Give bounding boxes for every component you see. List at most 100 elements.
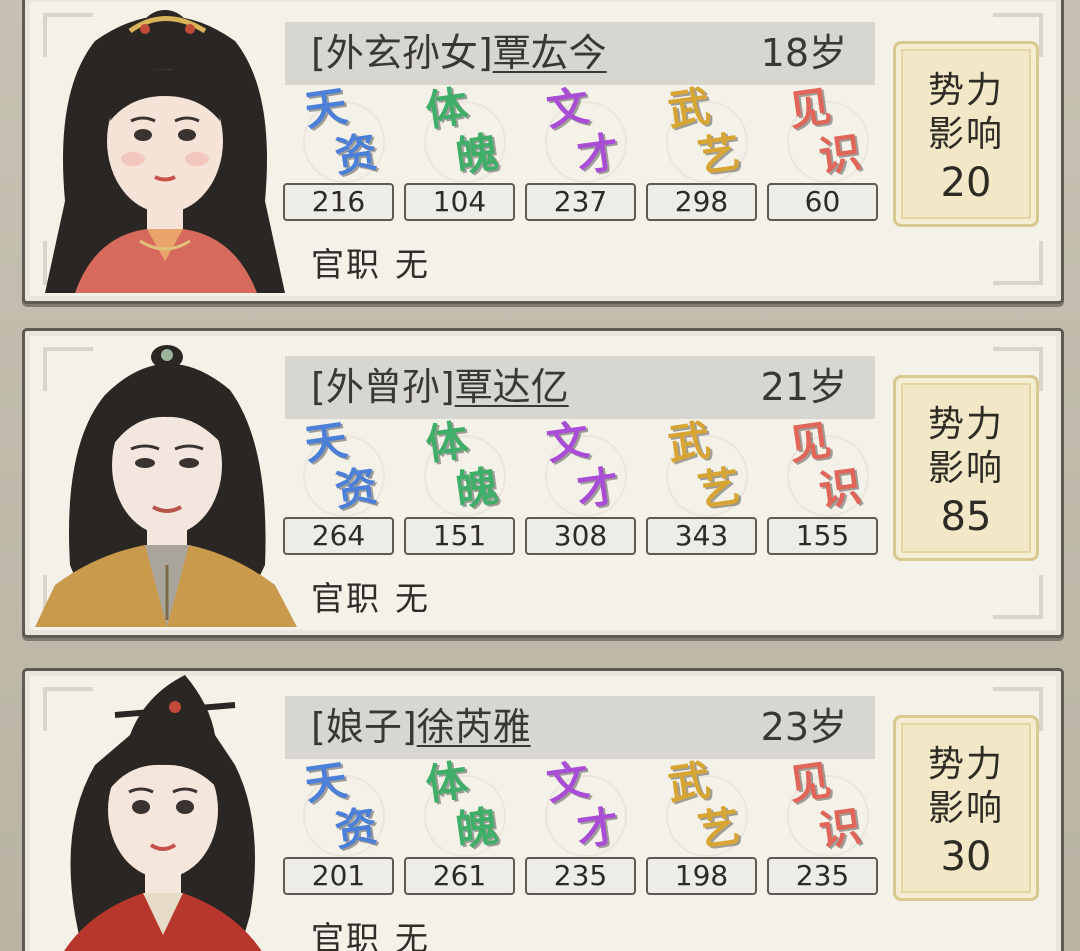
stat-glyph-top: 见 <box>785 81 835 136</box>
name-bar: [娘子]徐芮雅 23岁 <box>285 696 875 759</box>
stat-glyph-bottom: 艺 <box>694 461 744 516</box>
influence-label-2: 影响 <box>927 448 1004 489</box>
stat-value: 298 <box>646 183 757 221</box>
character-card[interactable]: [外曾孙]覃达亿 21岁 天 资 264 体 魄 151 文 才 308 武 艺… <box>22 328 1064 638</box>
influence-label-2: 影响 <box>927 114 1004 155</box>
stat-glyph-top: 天 <box>301 415 351 470</box>
office-row: 官职无 <box>311 919 428 951</box>
stat-glyph-top: 体 <box>422 755 472 810</box>
character-name-link[interactable]: 覃达亿 <box>455 365 569 409</box>
stat-martial: 武 艺 298 <box>646 81 757 225</box>
stat-glyph-bottom: 才 <box>573 127 623 182</box>
stat-value: 235 <box>525 857 636 895</box>
stat-value: 343 <box>646 517 757 555</box>
relation-label: [外曾孙] <box>311 365 455 409</box>
stat-glyph-top: 见 <box>785 755 835 810</box>
stat-talent: 天 资 264 <box>283 415 394 559</box>
office-label: 官职 <box>311 579 381 618</box>
stat-martial: 武 艺 343 <box>646 415 757 559</box>
stat-value: 155 <box>767 517 878 555</box>
stat-glyph-bottom: 资 <box>331 801 381 856</box>
influence-label-2: 影响 <box>927 788 1004 829</box>
stat-glyph-top: 文 <box>543 415 593 470</box>
influence-box: 势力 影响 20 <box>893 41 1039 227</box>
stat-value: 216 <box>283 183 394 221</box>
stat-literary: 文 才 308 <box>525 415 636 559</box>
stat-talent: 天 资 216 <box>283 81 394 225</box>
stat-glyph-top: 天 <box>301 755 351 810</box>
stat-glyph-bottom: 魄 <box>452 801 502 856</box>
stat-value: 60 <box>767 183 878 221</box>
corner-ornament <box>993 575 1043 619</box>
stat-insight: 见 识 155 <box>767 415 878 559</box>
character-portrait[interactable] <box>35 675 297 951</box>
stat-glyph-bottom: 识 <box>815 461 865 516</box>
stat-value: 104 <box>404 183 515 221</box>
relation-label: [外玄孙女] <box>311 31 493 75</box>
stat-glyph-bottom: 识 <box>815 801 865 856</box>
stat-value: 235 <box>767 857 878 895</box>
stat-glyph-bottom: 艺 <box>694 127 744 182</box>
character-portrait[interactable] <box>35 335 297 627</box>
stat-physique: 体 魄 261 <box>404 755 515 899</box>
character-name-link[interactable]: 覃厷今 <box>493 31 607 75</box>
influence-value: 85 <box>940 494 992 540</box>
name-bar: [外曾孙]覃达亿 21岁 <box>285 356 875 419</box>
office-label: 官职 <box>311 245 381 284</box>
office-label: 官职 <box>311 919 381 951</box>
influence-value: 30 <box>940 834 992 880</box>
stat-value: 201 <box>283 857 394 895</box>
stat-glyph-top: 天 <box>301 81 351 136</box>
stat-glyph-top: 武 <box>664 415 714 470</box>
character-list: [外玄孙女]覃厷今 18岁 天 资 216 体 魄 104 文 才 237 武 … <box>0 0 1080 951</box>
name-bar: [外玄孙女]覃厷今 18岁 <box>285 22 875 85</box>
stat-value: 151 <box>404 517 515 555</box>
stat-literary: 文 才 235 <box>525 755 636 899</box>
stat-value: 198 <box>646 857 757 895</box>
character-portrait[interactable] <box>35 1 297 293</box>
stat-glyph-top: 文 <box>543 755 593 810</box>
stat-value: 264 <box>283 517 394 555</box>
relation-label: [娘子] <box>311 705 417 749</box>
stat-value: 237 <box>525 183 636 221</box>
age-label: 18岁 <box>760 31 847 75</box>
stat-glyph-bottom: 才 <box>573 461 623 516</box>
stat-glyph-bottom: 资 <box>331 127 381 182</box>
stat-martial: 武 艺 198 <box>646 755 757 899</box>
office-value: 无 <box>395 579 428 618</box>
age-label: 21岁 <box>760 365 847 409</box>
stat-glyph-bottom: 魄 <box>452 461 502 516</box>
influence-label-1: 势力 <box>927 70 1004 111</box>
stat-glyph-bottom: 艺 <box>694 801 744 856</box>
stat-value: 261 <box>404 857 515 895</box>
stat-glyph-top: 见 <box>785 415 835 470</box>
influence-value: 20 <box>940 160 992 206</box>
character-card[interactable]: [外玄孙女]覃厷今 18岁 天 资 216 体 魄 104 文 才 237 武 … <box>22 0 1064 304</box>
stat-literary: 文 才 237 <box>525 81 636 225</box>
office-row: 官职无 <box>311 579 428 619</box>
stat-value: 308 <box>525 517 636 555</box>
stat-glyph-bottom: 才 <box>573 801 623 856</box>
influence-label-1: 势力 <box>927 404 1004 445</box>
stat-insight: 见 识 235 <box>767 755 878 899</box>
influence-label-1: 势力 <box>927 744 1004 785</box>
corner-ornament <box>993 241 1043 285</box>
stat-insight: 见 识 60 <box>767 81 878 225</box>
office-value: 无 <box>395 245 428 284</box>
character-name-link[interactable]: 徐芮雅 <box>417 705 531 749</box>
stat-glyph-top: 文 <box>543 81 593 136</box>
influence-box: 势力 影响 85 <box>893 375 1039 561</box>
stat-glyph-top: 武 <box>664 755 714 810</box>
stat-glyph-bottom: 魄 <box>452 127 502 182</box>
stat-physique: 体 魄 151 <box>404 415 515 559</box>
influence-box: 势力 影响 30 <box>893 715 1039 901</box>
stat-talent: 天 资 201 <box>283 755 394 899</box>
stat-glyph-top: 武 <box>664 81 714 136</box>
stat-glyph-top: 体 <box>422 415 472 470</box>
stat-glyph-bottom: 识 <box>815 127 865 182</box>
office-row: 官职无 <box>311 245 428 285</box>
character-card[interactable]: [娘子]徐芮雅 23岁 天 资 201 体 魄 261 文 才 235 武 艺 … <box>22 668 1064 951</box>
office-value: 无 <box>395 919 428 951</box>
stat-physique: 体 魄 104 <box>404 81 515 225</box>
stat-glyph-bottom: 资 <box>331 461 381 516</box>
